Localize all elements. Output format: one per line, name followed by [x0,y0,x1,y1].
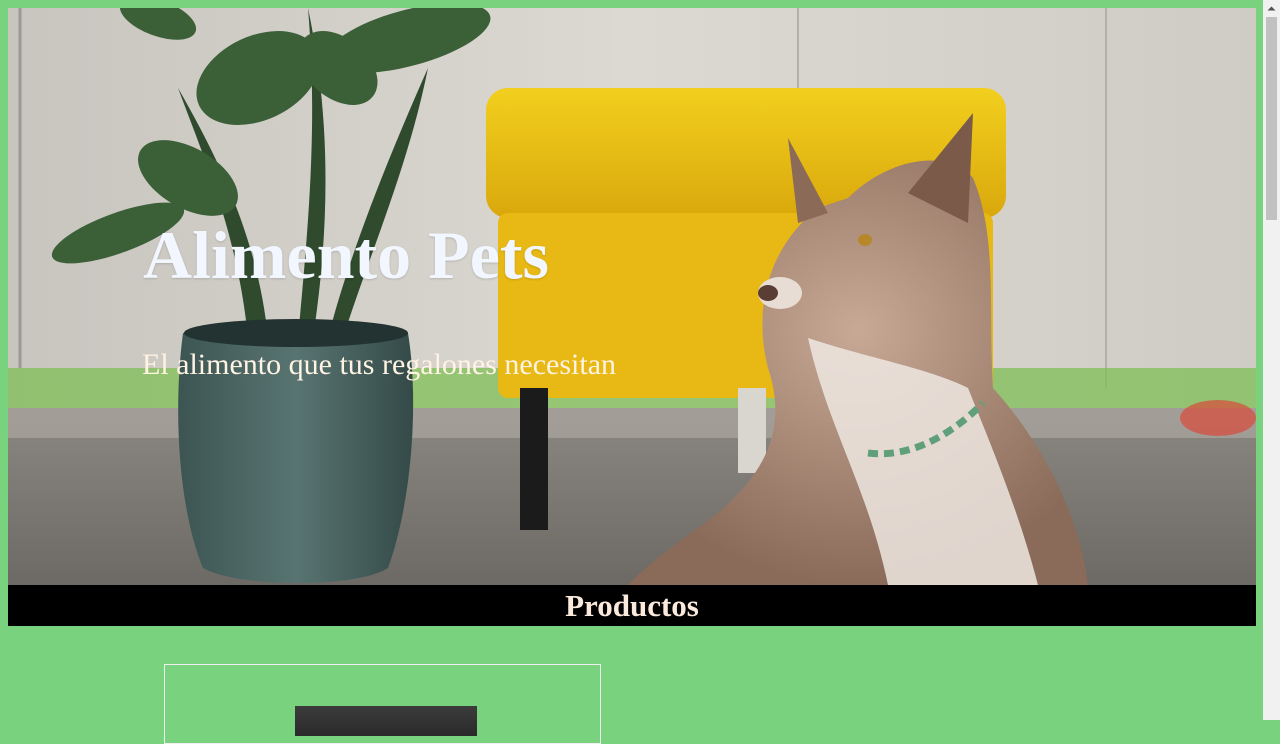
scroll-up-arrow-icon[interactable] [1263,0,1280,17]
vertical-scrollbar[interactable] [1263,0,1280,720]
product-image[interactable] [295,706,477,736]
section-title: Productos [565,588,699,623]
product-card[interactable] [164,664,601,744]
products-section-header: Productos [8,585,1256,626]
page: Alimento Pets El alimento que tus regalo… [0,0,1263,744]
hero-subtitle: El alimento que tus regalones necesitan [142,348,617,381]
scrollbar-thumb[interactable] [1266,17,1277,220]
hero-title: Alimento Pets [143,217,550,293]
hero-banner: Alimento Pets El alimento que tus regalo… [8,8,1256,585]
hero-photo [8,8,1256,585]
